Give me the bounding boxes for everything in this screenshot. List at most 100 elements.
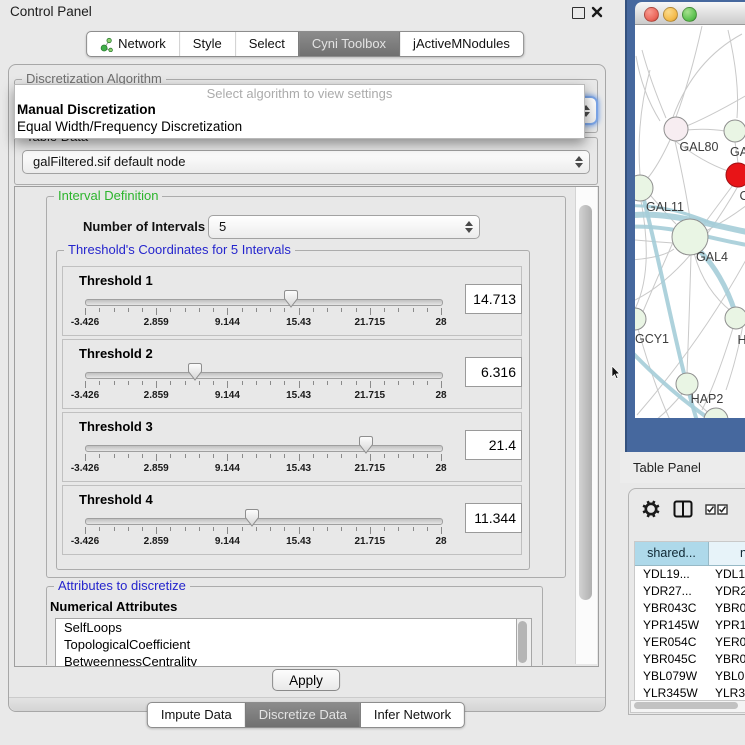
vertical-scrollbar-thumb[interactable] xyxy=(579,205,592,600)
tab-network[interactable]: Network xyxy=(87,32,179,56)
slider-tick xyxy=(185,381,186,385)
slider-tick xyxy=(341,381,342,385)
slider-tick xyxy=(85,454,86,461)
slider-tick xyxy=(170,381,171,385)
threshold-slider-thumb[interactable] xyxy=(358,435,374,455)
slider-tick xyxy=(185,454,186,458)
slider-tick xyxy=(199,454,200,458)
slider-tick xyxy=(85,381,86,388)
tab-select[interactable]: Select xyxy=(235,32,298,56)
float-window-icon[interactable] xyxy=(572,7,585,19)
checkbox-icon[interactable] xyxy=(705,504,716,515)
list-item-topologicalcoefficient[interactable]: TopologicalCoefficient xyxy=(56,636,517,653)
checkbox-icon[interactable] xyxy=(717,504,728,515)
column-selector-icon[interactable] xyxy=(673,500,693,518)
threshold-value-field[interactable]: 21.4 xyxy=(465,430,522,460)
slider-tick xyxy=(413,308,414,312)
tab-cyni-toolbox[interactable]: Cyni Toolbox xyxy=(298,32,399,56)
attributes-list-scrollbar-thumb[interactable] xyxy=(518,621,527,663)
slider-tick-label: 2.859 xyxy=(144,390,169,401)
network-node-h[interactable] xyxy=(725,307,745,329)
network-node-c[interactable] xyxy=(726,163,745,187)
network-node-gal80[interactable] xyxy=(664,117,688,141)
slider-tick xyxy=(327,454,328,458)
attributes-group-title: Attributes to discretize xyxy=(54,578,190,593)
network-node-gal11[interactable] xyxy=(635,175,653,201)
slider-tick-label: 15.43 xyxy=(286,463,311,474)
threshold-slider-track[interactable] xyxy=(85,518,443,525)
tab-jactivemnodules[interactable]: jActiveMNodules xyxy=(399,32,523,56)
slider-tick xyxy=(313,381,314,385)
close-icon[interactable] xyxy=(591,6,603,18)
tab-impute-data[interactable]: Impute Data xyxy=(148,703,245,727)
table-panel-titlebar: Table Panel xyxy=(620,452,745,483)
network-node-ga[interactable] xyxy=(724,120,745,142)
slider-tick xyxy=(327,527,328,531)
table-row[interactable]: YDR27...YDR2 xyxy=(635,583,745,600)
slider-tick xyxy=(85,527,86,534)
threshold-slider-thumb[interactable] xyxy=(244,508,260,528)
list-item-betweennesscentrality[interactable]: BetweennessCentrality xyxy=(56,653,517,666)
slider-tick xyxy=(256,454,257,458)
tab-discretize-data[interactable]: Discretize Data xyxy=(245,703,360,727)
slider-tick-label: 2.859 xyxy=(144,317,169,328)
slider-tick xyxy=(170,308,171,312)
slider-tick-label: 2.859 xyxy=(144,536,169,547)
table-row[interactable]: YPR145WYPR1 xyxy=(635,617,745,634)
network-node-gcy1[interactable] xyxy=(635,308,646,330)
threshold-slider-track[interactable] xyxy=(85,445,443,452)
table-row[interactable]: YER054CYER0 xyxy=(635,634,745,651)
table-row[interactable]: YBR043CYBR0 xyxy=(635,600,745,617)
number-of-intervals-combobox[interactable]: 5 xyxy=(208,215,480,239)
tab-style[interactable]: Style xyxy=(179,32,235,56)
minimize-traffic-light-icon[interactable] xyxy=(663,7,678,22)
slider-tick-label: 21.715 xyxy=(355,536,386,547)
threshold-value-field[interactable]: 6.316 xyxy=(465,357,522,387)
table-data-combobox[interactable]: galFiltered.sif default node xyxy=(22,150,590,174)
threshold-slider-thumb[interactable] xyxy=(283,289,299,309)
network-node[interactable] xyxy=(704,408,728,418)
network-canvas[interactable]: GAL80GACGAL11GAL4GCY1HHAP2 xyxy=(635,25,745,418)
threshold-value-field[interactable]: 11.344 xyxy=(465,503,522,533)
column-header-na[interactable]: na xyxy=(709,542,745,566)
threshold-slider-track[interactable] xyxy=(85,299,443,306)
slider-tick xyxy=(284,527,285,531)
threshold-row-1: Threshold 1-3.4262.8599.14415.4321.71528… xyxy=(62,266,522,336)
cell-shared-name: YBR043C xyxy=(643,600,696,617)
table-row[interactable]: YBR045CYBR0 xyxy=(635,651,745,668)
slider-tick-label: 9.144 xyxy=(215,317,240,328)
list-item-selfloops[interactable]: SelfLoops xyxy=(56,619,517,636)
combo-stepper-icon xyxy=(465,221,473,233)
threshold-slider-thumb[interactable] xyxy=(187,362,203,382)
threshold-value-field[interactable]: 14.713 xyxy=(465,284,522,314)
column-header-shared-[interactable]: shared... xyxy=(635,542,709,566)
network-window-titlebar[interactable] xyxy=(635,2,745,25)
cell-name: YPR1 xyxy=(715,617,745,634)
slider-tick-label: 21.715 xyxy=(355,463,386,474)
close-traffic-light-icon[interactable] xyxy=(644,7,659,22)
slider-tick xyxy=(213,381,214,385)
slider-tick xyxy=(242,527,243,531)
gear-icon[interactable] xyxy=(641,499,661,519)
table-horizontal-scrollbar-thumb[interactable] xyxy=(634,702,738,709)
slider-tick xyxy=(128,454,129,458)
apply-button[interactable]: Apply xyxy=(272,669,340,691)
dropdown-item-equal-width-frequency-discretization[interactable]: Equal Width/Frequency Discretization xyxy=(15,118,584,135)
slider-tick-label: 21.715 xyxy=(355,390,386,401)
slider-tick-label: -3.426 xyxy=(71,463,99,474)
table-row[interactable]: YBL079WYBL0 xyxy=(635,668,745,685)
zoom-traffic-light-icon[interactable] xyxy=(682,7,697,22)
slider-tick xyxy=(270,381,271,385)
table-row[interactable]: YDL19...YDL1 xyxy=(635,566,745,583)
bottom-tab-bar: Impute DataDiscretize DataInfer Network xyxy=(147,702,465,728)
slider-tick xyxy=(313,527,314,531)
threshold-slider-track[interactable] xyxy=(85,372,443,379)
slider-tick xyxy=(441,527,442,534)
tab-label: Select xyxy=(249,32,285,56)
dropdown-placeholder-item[interactable]: Select algorithm to view settings xyxy=(15,85,584,101)
tab-infer-network[interactable]: Infer Network xyxy=(360,703,464,727)
slider-tick xyxy=(341,527,342,531)
slider-tick xyxy=(99,308,100,312)
slider-tick xyxy=(427,308,428,312)
dropdown-item-manual-discretization[interactable]: Manual Discretization xyxy=(15,101,584,118)
